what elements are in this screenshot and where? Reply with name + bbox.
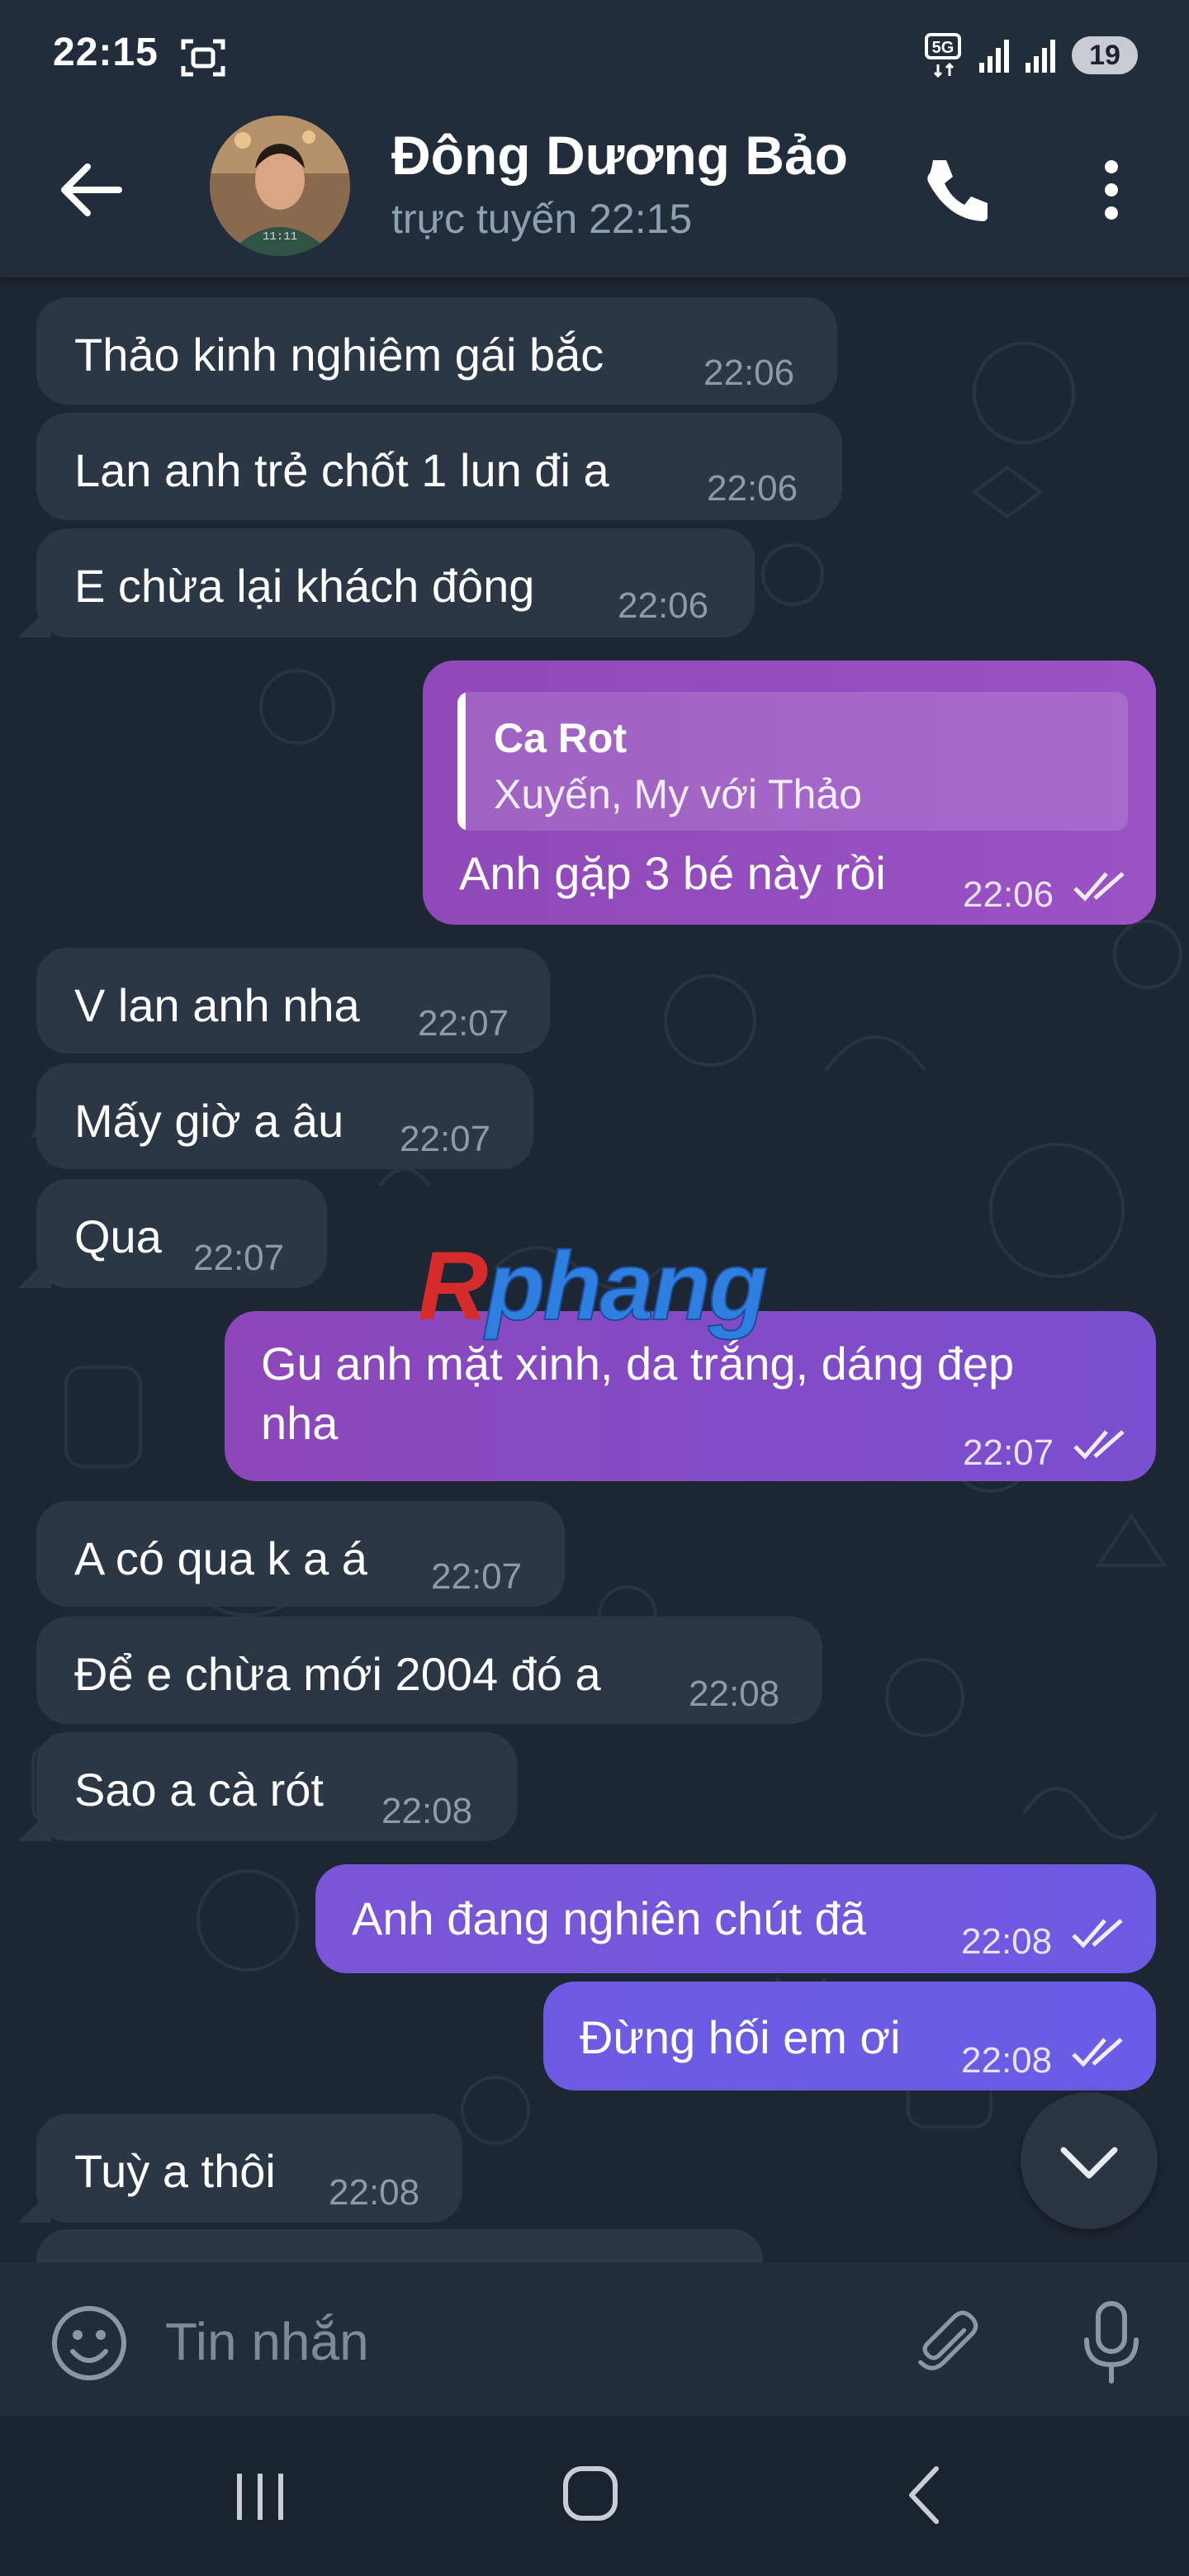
message-time: 22:08 <box>961 1921 1053 1962</box>
message-bubble[interactable]: V lan anh nha 22:07 <box>36 948 550 1054</box>
message-text: Anh đang nghiên chút đã <box>352 1892 866 1944</box>
message-bubble-outgoing[interactable]: Đừng hối em ơi 22:08 <box>543 1982 1156 2091</box>
message-time: 22:08 <box>689 1674 780 1714</box>
message-text-line2: nha <box>261 1397 339 1449</box>
paperclip-icon <box>918 2310 978 2370</box>
system-navigation-bar <box>0 2416 1189 2576</box>
back-nav-icon <box>909 2466 939 2524</box>
chevron-down-icon <box>1060 2147 1118 2179</box>
message-bubble-outgoing[interactable]: Anh đang nghiên chút đã 22:08 <box>315 1864 1156 1973</box>
message-text: Thảo kinh nghiêm gái bắc <box>74 329 604 381</box>
recent-apps-icon <box>237 2474 283 2520</box>
message-time: 22:07 <box>418 1003 509 1044</box>
watermark-logo: Rphang <box>418 1230 769 1342</box>
message-input-bar <box>0 2262 1189 2416</box>
chat-header: 22:15 5G 19 11:11 Đông Dương Bảo trực tu… <box>0 0 1189 277</box>
emoji-button[interactable] <box>48 2302 130 2384</box>
read-ticks-icon <box>1072 2038 1123 2067</box>
home-icon <box>563 2466 618 2521</box>
message-bubble[interactable]: Tuỳ a thôi 22:08 <box>36 2114 462 2223</box>
call-button[interactable] <box>913 149 996 231</box>
attach-button[interactable] <box>908 2302 991 2384</box>
message-bubble[interactable]: Qua 22:07 <box>36 1179 327 1288</box>
message-text-line1: Gu anh mặt xinh, da trắng, dáng đẹp <box>261 1338 1015 1390</box>
contact-status: trực tuyến 22:15 <box>391 196 693 242</box>
back-arrow-icon <box>61 163 122 216</box>
message-time: 22:07 <box>193 1238 285 1278</box>
message-bubble[interactable]: A có qua k a á 22:07 <box>36 1501 565 1607</box>
message-bubble[interactable]: Sao a cà rót 22:08 <box>36 1732 517 1841</box>
message-bubble-outgoing[interactable]: Ca Rot Xuyến, My với Thảo Anh gặp 3 bé n… <box>423 661 1156 925</box>
message-time: 22:06 <box>618 585 709 626</box>
message-bubble[interactable]: Lan anh trẻ chốt 1 lun đi a 22:06 <box>36 413 842 520</box>
scroll-down-button[interactable] <box>1021 2092 1158 2229</box>
message-text: V lan anh nha <box>74 979 360 1031</box>
signal-icon <box>979 40 1009 73</box>
message-bubble[interactable]: E chừa lại khách đông 22:06 <box>36 528 755 637</box>
watermark-text: phang <box>485 1231 769 1342</box>
message-text: Để e chừa mới 2004 đó a <box>74 1648 601 1700</box>
avatar[interactable]: 11:11 <box>210 116 350 256</box>
svg-text:5G: 5G <box>932 39 955 57</box>
read-ticks-icon <box>1072 1919 1123 1949</box>
back-button[interactable] <box>50 149 132 231</box>
message-bubble[interactable]: Để e chừa mới 2004 đó a 22:08 <box>36 1617 822 1724</box>
read-ticks-icon <box>1073 1430 1125 1460</box>
microphone-icon <box>1084 2301 1139 2384</box>
message-time: 22:08 <box>381 1791 473 1831</box>
message-time: 22:07 <box>400 1119 491 1159</box>
message-text: Mấy giờ a âu <box>74 1095 344 1147</box>
message-bubble[interactable]: Thảo kinh nghiêm gái bắc 22:06 <box>36 297 837 405</box>
message-text: Qua <box>74 1210 162 1262</box>
message-time: 22:06 <box>703 353 795 393</box>
back-nav-button[interactable] <box>880 2459 971 2533</box>
message-time: 22:07 <box>963 1432 1054 1473</box>
battery-icon: 19 <box>1072 36 1138 74</box>
message-bubble[interactable]: Mấy giờ a âu 22:07 <box>36 1063 533 1169</box>
message-time: 22:06 <box>707 468 798 509</box>
smiley-icon <box>52 2306 126 2380</box>
recent-apps-button[interactable] <box>215 2459 306 2533</box>
more-options-button[interactable] <box>1078 149 1144 231</box>
message-time: 22:08 <box>961 2040 1053 2081</box>
message-time: 22:08 <box>329 2172 420 2213</box>
reply-text: Xuyến, My với Thảo <box>494 771 862 817</box>
screenshot-icon <box>181 39 225 77</box>
message-text: Đừng hối em ơi <box>580 2011 901 2063</box>
message-text: Lan anh trẻ chốt 1 lun đi a <box>74 444 609 496</box>
message-text: A có qua k a á <box>74 1532 367 1584</box>
reply-accent-bar <box>457 692 466 831</box>
message-text: Sao a cà rót <box>74 1764 324 1816</box>
message-input[interactable] <box>165 2302 859 2381</box>
message-time: 22:06 <box>963 874 1054 915</box>
message-time: 22:07 <box>431 1556 523 1597</box>
message-text: Tuỳ a thôi <box>74 2145 276 2197</box>
reply-author: Ca Rot <box>494 715 628 761</box>
more-vertical-icon <box>1105 160 1118 220</box>
message-text: E chừa lại khách đông <box>74 560 535 612</box>
5g-icon: 5G <box>925 33 961 78</box>
voice-record-button[interactable] <box>1070 2297 1153 2388</box>
contact-name[interactable]: Đông Dương Bảo <box>391 124 848 187</box>
message-text: Anh gặp 3 bé này rồi <box>459 847 886 899</box>
read-ticks-icon <box>1073 872 1125 902</box>
svg-text:11:11: 11:11 <box>263 230 297 244</box>
reply-quote[interactable]: Ca Rot Xuyến, My với Thảo <box>457 692 1128 831</box>
status-time: 22:15 <box>53 31 159 74</box>
watermark-letter: R <box>418 1232 488 1341</box>
avatar-image: 11:11 <box>210 116 350 256</box>
home-button[interactable] <box>545 2459 636 2533</box>
phone-icon <box>927 160 988 221</box>
signal-icon-2 <box>1026 40 1055 73</box>
